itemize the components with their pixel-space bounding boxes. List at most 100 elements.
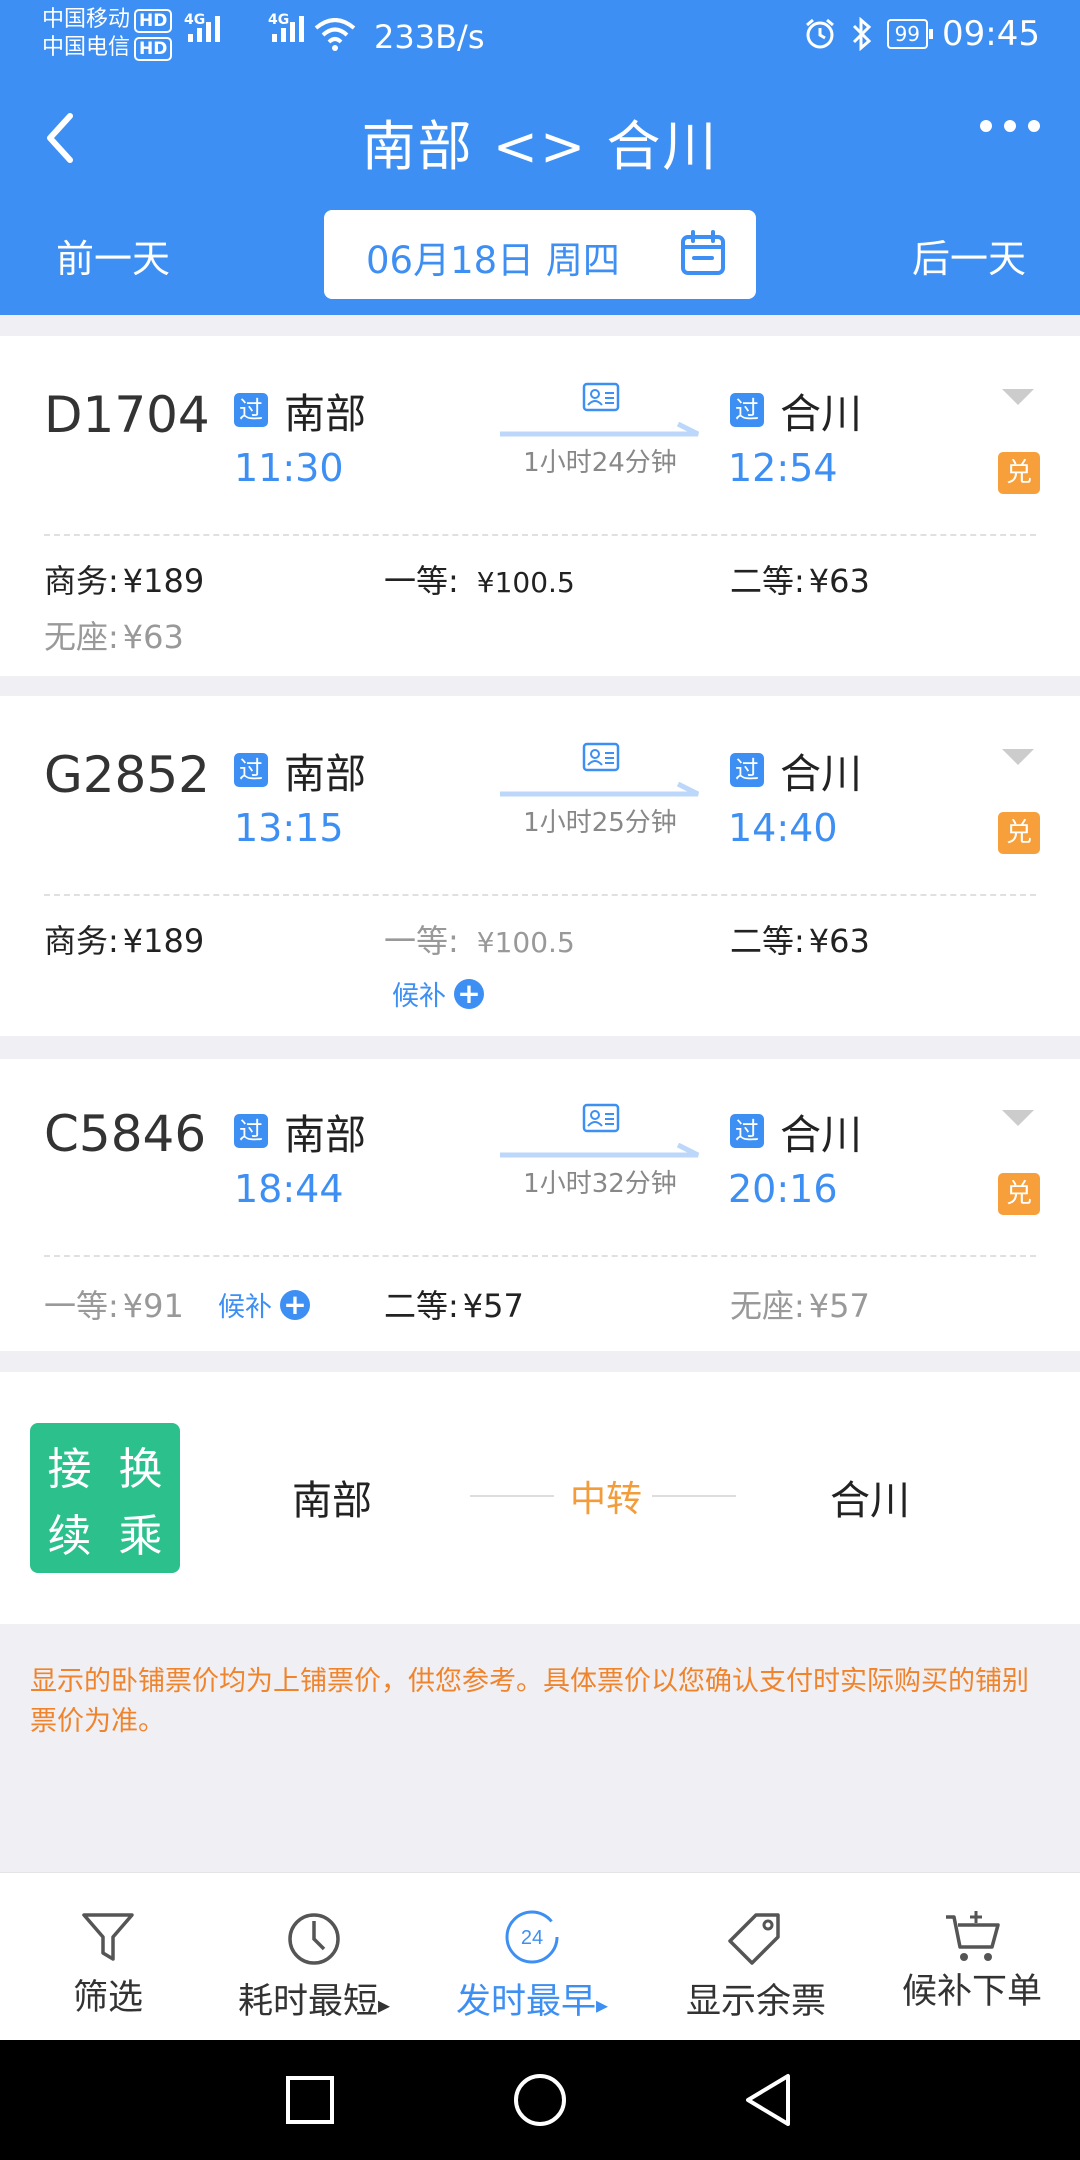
from-station-name: 南部	[284, 1111, 366, 1159]
bluetooth-icon	[852, 17, 871, 51]
dropdown-icon[interactable]	[1000, 386, 1036, 408]
from-station-name: 南部	[284, 750, 366, 798]
transfer-line	[470, 1495, 554, 1497]
sort-earliest-label: 发时最早▸	[455, 1982, 609, 2022]
date-bar: 前一天 06月18日 周四 后一天	[0, 210, 1080, 300]
carrier-1: 中国移动	[42, 7, 131, 32]
system-nav-bar	[0, 2040, 1080, 2160]
seat-first-class: 一等: ¥100.5	[384, 562, 575, 600]
dropdown-icon[interactable]	[1000, 1107, 1036, 1129]
clock-24-icon: 24	[505, 1910, 559, 1964]
alarm-icon	[805, 18, 834, 49]
pass-tag: 过	[234, 1114, 268, 1148]
pass-tag: 过	[730, 393, 764, 427]
transfer-line	[652, 1495, 736, 1497]
home-icon[interactable]	[510, 2070, 570, 2130]
transfer-mid: 中转	[570, 1479, 643, 1520]
duration: 1小时25分钟	[523, 808, 677, 838]
train-card[interactable]: C5846 过 南部 18:44 1小时32分钟 过 合川 20:16 兑 一等…	[0, 1059, 1080, 1351]
waitlist-order-button[interactable]: 候补下单	[864, 1873, 1080, 2041]
bottom-toolbar: 筛选 耗时最短▸ 24 发时最早▸ 显示余票 候补下单	[0, 1872, 1080, 2040]
back-nav-icon[interactable]	[740, 2070, 800, 2130]
seat-business: 商务: ¥189	[44, 562, 205, 600]
divider	[44, 894, 1036, 896]
date-picker[interactable]: 06月18日 周四	[324, 210, 756, 299]
train-number: C5846	[44, 1105, 207, 1163]
transfer-to: 合川	[830, 1478, 910, 1524]
depart-time: 11:30	[234, 446, 344, 490]
id-card-icon	[582, 742, 620, 772]
from-station: 过 南部	[234, 1101, 366, 1161]
duration: 1小时24分钟	[523, 448, 677, 478]
prev-day-button[interactable]: 前一天	[56, 228, 170, 283]
next-day-button[interactable]: 后一天	[912, 228, 1026, 283]
waitlist-label: 候补	[392, 981, 446, 1012]
net-speed: 233B/s	[374, 18, 485, 56]
sort-shortest-button[interactable]: 耗时最短▸	[206, 1873, 422, 2041]
waitlist-button[interactable]: 候补 +	[218, 1285, 310, 1324]
to-station: 过 合川	[730, 1101, 862, 1161]
waitlist-button[interactable]: 候补 +	[392, 974, 484, 1013]
depart-time: 13:15	[234, 806, 344, 850]
svg-text:24: 24	[521, 1927, 543, 1949]
timer-icon	[288, 1913, 340, 1965]
seat-first-class: 一等: ¥100.5	[384, 922, 575, 960]
seat-standing: 无座: ¥57	[730, 1287, 870, 1325]
waitlist-label: 候补	[218, 1292, 272, 1323]
exchange-badge: 兑	[998, 1173, 1040, 1215]
arrow-line-icon	[500, 1143, 700, 1158]
cart-icon	[946, 1911, 1000, 1961]
duration: 1小时32分钟	[523, 1169, 677, 1199]
transfer-from: 南部	[292, 1478, 372, 1524]
id-card-icon	[582, 382, 620, 412]
id-card-icon	[582, 1103, 620, 1133]
transfer-section[interactable]: 接换 续乘 南部 中转 合川	[0, 1372, 1080, 1624]
sort-earliest-button[interactable]: 24 发时最早▸	[424, 1873, 640, 2041]
route-arrow: 1小时24分钟	[500, 382, 700, 478]
to-station: 过 合川	[730, 380, 862, 440]
status-right: 99 09:45	[803, 14, 1040, 54]
filter-icon	[82, 1913, 134, 1961]
more-button[interactable]	[980, 120, 1040, 132]
show-remaining-label: 显示余票	[685, 1982, 826, 2022]
filter-label: 筛选	[72, 1978, 143, 2018]
arrive-time: 20:16	[728, 1167, 838, 1211]
transfer-badge: 接换 续乘	[30, 1423, 180, 1573]
to-station: 过 合川	[730, 740, 862, 800]
pass-tag: 过	[730, 1114, 764, 1148]
hd-badge: HD	[134, 37, 173, 61]
seat-second-class: 二等: ¥63	[730, 562, 870, 600]
show-remaining-button[interactable]: 显示余票	[648, 1873, 864, 2041]
plus-icon: +	[280, 1289, 310, 1320]
train-card[interactable]: D1704 过 南部 11:30 1小时24分钟 过 合川 12:54 兑 商务…	[0, 336, 1080, 676]
page-title: 南部 <> 合川	[361, 115, 719, 178]
dot-icon	[1028, 120, 1040, 132]
date-label: 06月18日 周四	[366, 239, 620, 282]
pass-tag: 过	[730, 753, 764, 787]
arrive-time: 14:40	[728, 806, 838, 850]
wifi-icon	[314, 18, 356, 51]
signal-icon: 4G	[184, 12, 220, 42]
sort-shortest-label: 耗时最短▸	[237, 1982, 391, 2022]
recent-apps-icon[interactable]	[280, 2070, 340, 2130]
dot-icon	[1004, 120, 1016, 132]
train-number: G2852	[44, 746, 210, 804]
calendar-icon	[681, 230, 725, 275]
seat-second-class: 二等: ¥63	[730, 922, 870, 960]
to-station-name: 合川	[780, 390, 862, 438]
plus-icon: +	[454, 978, 484, 1009]
carriers: 中国移动 HD 中国电信 HD	[42, 6, 173, 62]
pass-tag: 过	[234, 393, 268, 427]
waitlist-order-label: 候补下单	[901, 1972, 1042, 2012]
header: 中国移动 HD 中国电信 HD 4G 4G 233B/s 99 09:45 南部…	[0, 0, 1080, 315]
notice-text: 显示的卧铺票价均为上铺票价，供您参考。具体票价以您确认支付时实际购买的铺别票价为…	[30, 1666, 1029, 1737]
depart-time: 18:44	[234, 1167, 344, 1211]
filter-button[interactable]: 筛选	[0, 1873, 216, 2041]
dropdown-icon[interactable]	[1000, 746, 1036, 768]
to-station-name: 合川	[780, 1111, 862, 1159]
route-arrow: 1小时25分钟	[500, 742, 700, 838]
seat-standing: 无座: ¥63	[44, 618, 184, 656]
dot-icon	[980, 120, 992, 132]
train-card[interactable]: G2852 过 南部 13:15 1小时25分钟 过 合川 14:40 兑 商务…	[0, 696, 1080, 1036]
arrive-time: 12:54	[728, 446, 838, 490]
